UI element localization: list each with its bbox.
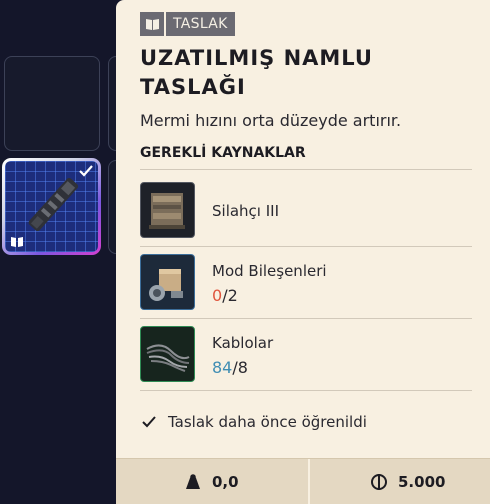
item-type-label: TASLAK xyxy=(166,12,235,36)
inventory-slot-selected[interactable] xyxy=(2,158,101,255)
blueprint-icon xyxy=(140,12,164,36)
item-type-tag: TASLAK xyxy=(140,12,235,36)
resource-name: Kablolar xyxy=(212,334,274,352)
learned-status-text: Taslak daha önce öğrenildi xyxy=(168,413,367,431)
resource-row[interactable]: Kablolar 84/8 xyxy=(140,318,472,391)
footer-divider xyxy=(308,459,310,504)
required-resources-heading: GEREKLİ KAYNAKLAR xyxy=(140,145,472,170)
resource-count: 0/2 xyxy=(212,286,238,305)
resource-need: /8 xyxy=(232,358,248,377)
item-description: Mermi hızını orta düzeyde artırır. xyxy=(140,111,402,130)
resource-need: /2 xyxy=(222,286,238,305)
item-detail-panel: TASLAK UZATILMIŞ NAMLU TASLAĞI Mermi hız… xyxy=(116,0,490,504)
weight-display: 0,0 xyxy=(184,459,239,504)
learned-status: Taslak daha önce öğrenildi xyxy=(142,413,367,431)
resource-row[interactable]: Mod Bileşenleri 0/2 xyxy=(140,246,472,319)
blueprint-item-tile xyxy=(5,161,98,252)
price-display: 5.000 xyxy=(370,459,445,504)
item-title-line2: TASLAĞI xyxy=(140,75,246,99)
item-title: UZATILMIŞ NAMLU TASLAĞI xyxy=(140,44,470,102)
resource-have: 84 xyxy=(212,358,233,377)
resource-name: Silahçı III xyxy=(212,202,280,220)
item-footer: 0,0 5.000 xyxy=(116,458,490,504)
resource-have: 0 xyxy=(212,286,223,305)
weight-value: 0,0 xyxy=(212,472,239,491)
item-title-line1: UZATILMIŞ NAMLU xyxy=(140,46,373,70)
cables-icon xyxy=(140,326,195,382)
mod-components-icon xyxy=(140,254,195,310)
checkmark-icon xyxy=(79,165,93,177)
resource-row[interactable]: Silahçı III xyxy=(140,174,472,247)
gunsmith-bench-icon xyxy=(140,182,195,238)
checkmark-icon xyxy=(142,416,156,428)
resource-count: 84/8 xyxy=(212,358,248,377)
blueprint-icon xyxy=(11,237,23,247)
coin-icon xyxy=(371,473,387,490)
price-value: 5.000 xyxy=(398,472,446,491)
resource-name: Mod Bileşenleri xyxy=(212,262,327,280)
weight-icon xyxy=(186,473,200,489)
inventory-slot-empty[interactable] xyxy=(4,56,100,151)
barrel-icon xyxy=(28,178,79,231)
